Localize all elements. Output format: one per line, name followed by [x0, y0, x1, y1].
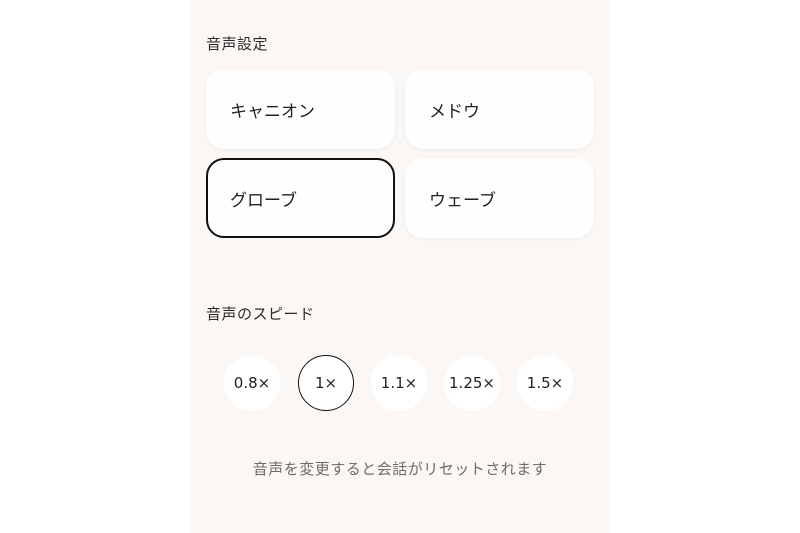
voice-option-wave[interactable]: ウェーブ — [405, 158, 594, 238]
speed-option-0-8[interactable]: 0.8× — [224, 355, 280, 411]
speed-option-label: 0.8× — [233, 374, 271, 392]
speed-option-1-5[interactable]: 1.5× — [517, 355, 573, 411]
speed-option-1-25[interactable]: 1.25× — [444, 355, 500, 411]
speed-option-label: 1.5× — [526, 374, 564, 392]
speed-option-label: 1× — [314, 374, 338, 392]
voice-options-grid: キャニオン メドウ グローブ ウェーブ — [206, 69, 594, 239]
speed-options-row: 0.8× 1× 1.1× 1.25× 1.5× — [224, 355, 574, 413]
voice-settings-title: 音声設定 — [206, 35, 269, 53]
voice-option-grove[interactable]: グローブ — [206, 158, 395, 238]
voice-settings-panel: 音声設定 キャニオン メドウ グローブ ウェーブ 音声のスピード 0.8× 1×… — [190, 0, 610, 533]
voice-speed-title: 音声のスピード — [206, 305, 315, 323]
voice-option-meadow[interactable]: メドウ — [405, 69, 594, 149]
voice-option-canyon[interactable]: キャニオン — [206, 69, 395, 149]
voice-option-label: キャニオン — [230, 101, 315, 122]
speed-option-label: 1.25× — [449, 374, 495, 392]
speed-option-label: 1.1× — [380, 374, 418, 392]
voice-option-label: グローブ — [230, 190, 297, 211]
speed-option-1[interactable]: 1× — [298, 355, 354, 411]
voice-option-label: ウェーブ — [429, 190, 496, 211]
voice-option-label: メドウ — [429, 101, 480, 122]
speed-option-1-1[interactable]: 1.1× — [371, 355, 427, 411]
reset-warning-note: 音声を変更すると会話がリセットされます — [252, 460, 548, 478]
